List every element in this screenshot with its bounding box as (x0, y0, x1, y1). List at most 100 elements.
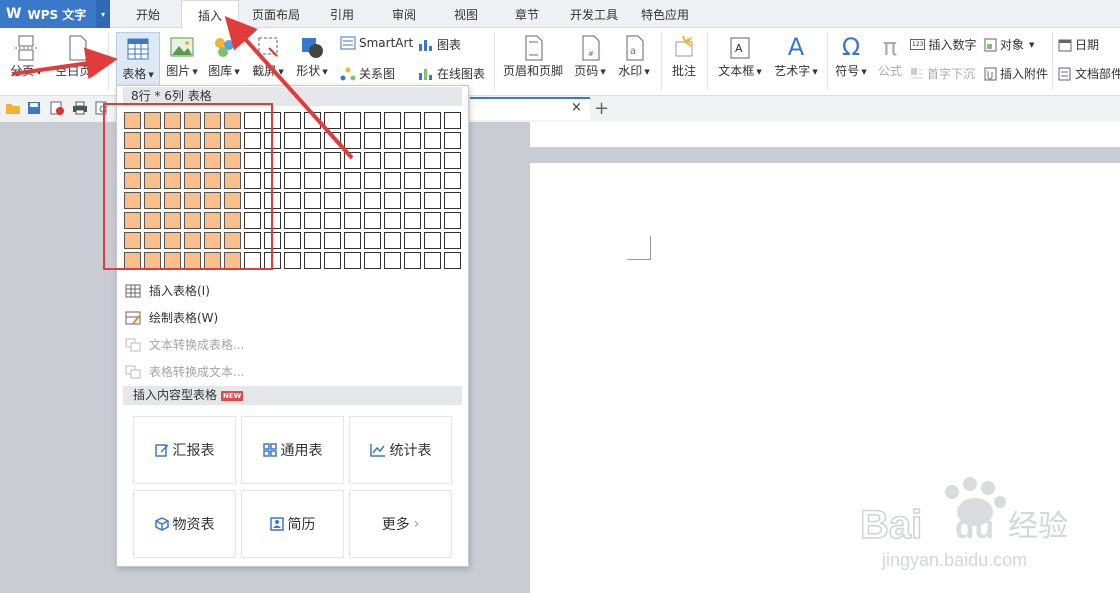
online-chart-button[interactable]: 在线图表 (418, 65, 485, 82)
grid-cell[interactable] (444, 172, 461, 189)
grid-cell[interactable] (364, 112, 381, 129)
blank-page-button[interactable]: 空白页 ▼ (52, 34, 102, 79)
more-templates-card[interactable]: 更多 › (349, 490, 452, 558)
grid-cell[interactable] (384, 192, 401, 209)
insert-attachment-button[interactable]: 插入附件 (984, 65, 1048, 82)
grid-cell[interactable] (344, 172, 361, 189)
grid-cell[interactable] (284, 192, 301, 209)
grid-cell[interactable] (424, 132, 441, 149)
grid-cell[interactable] (364, 232, 381, 249)
page-break-button[interactable]: 分页 ▼ (6, 34, 46, 79)
grid-cell[interactable] (404, 152, 421, 169)
date-button[interactable]: 日期 (1058, 36, 1099, 53)
grid-cell[interactable] (304, 232, 321, 249)
grid-cell[interactable] (304, 132, 321, 149)
tab-view[interactable]: 视图 (439, 0, 493, 28)
grid-cell[interactable] (384, 172, 401, 189)
inventory-table-card[interactable]: 物资表 (133, 490, 236, 558)
grid-cell[interactable] (364, 132, 381, 149)
grid-cell[interactable] (444, 132, 461, 149)
grid-cell[interactable] (364, 192, 381, 209)
grid-cell[interactable] (324, 232, 341, 249)
grid-cell[interactable] (324, 112, 341, 129)
grid-cell[interactable] (284, 212, 301, 229)
grid-cell[interactable] (324, 192, 341, 209)
drop-cap-button[interactable]: 首字下沉 (910, 65, 975, 82)
tab-references[interactable]: 引用 (315, 0, 369, 28)
grid-cell[interactable] (284, 112, 301, 129)
grid-cell[interactable] (304, 172, 321, 189)
grid-cell[interactable] (404, 212, 421, 229)
grid-cell[interactable] (404, 252, 421, 269)
grid-cell[interactable] (344, 152, 361, 169)
app-menu-dropdown-icon[interactable]: ▾ (96, 0, 110, 28)
doc-parts-button[interactable]: 文档部件 (1058, 65, 1120, 82)
shapes-button[interactable]: 形状 ▼ (292, 34, 332, 79)
header-footer-button[interactable]: 页眉和页脚 (500, 34, 566, 79)
grid-cell[interactable] (444, 152, 461, 169)
page-number-button[interactable]: # 页码 ▼ (570, 34, 610, 79)
close-tab-icon[interactable]: × (571, 100, 582, 115)
grid-cell[interactable] (344, 132, 361, 149)
grid-cell[interactable] (344, 232, 361, 249)
grid-cell[interactable] (284, 152, 301, 169)
tab-page-layout[interactable]: 页面布局 (243, 0, 309, 28)
grid-cell[interactable] (304, 252, 321, 269)
watermark-button[interactable]: a 水印 ▼ (614, 34, 654, 79)
grid-cell[interactable] (344, 212, 361, 229)
grid-cell[interactable] (404, 112, 421, 129)
grid-cell[interactable] (364, 212, 381, 229)
wps-app-button[interactable]: W WPS 文字 ▾ (0, 0, 110, 28)
grid-cell[interactable] (424, 232, 441, 249)
grid-cell[interactable] (444, 212, 461, 229)
grid-cell[interactable] (444, 112, 461, 129)
tab-developer-tools[interactable]: 开发工具 (563, 0, 625, 28)
export-pdf-icon[interactable] (49, 101, 65, 115)
statistics-table-card[interactable]: 统计表 (349, 416, 452, 484)
object-button[interactable]: 对象 ▼ (984, 36, 1034, 53)
smartart-button[interactable]: SmartArt (340, 36, 413, 50)
grid-cell[interactable] (444, 252, 461, 269)
formula-button[interactable]: π 公式 (874, 32, 906, 79)
grid-cell[interactable] (284, 172, 301, 189)
relation-chart-button[interactable]: 关系图 (340, 65, 395, 82)
insert-number-button[interactable]: 123 插入数字 (910, 36, 976, 53)
insert-table-item[interactable]: 插入表格(I) (125, 282, 210, 299)
grid-cell[interactable] (424, 192, 441, 209)
symbol-button[interactable]: Ω 符号 ▼ (832, 32, 870, 79)
draw-table-item[interactable]: 绘制表格(W) (125, 309, 218, 326)
grid-cell[interactable] (384, 232, 401, 249)
grid-cell[interactable] (424, 172, 441, 189)
grid-cell[interactable] (404, 192, 421, 209)
grid-cell[interactable] (444, 232, 461, 249)
print-icon[interactable] (72, 101, 88, 115)
grid-cell[interactable] (284, 132, 301, 149)
grid-cell[interactable] (324, 172, 341, 189)
report-table-card[interactable]: 汇报表 (133, 416, 236, 484)
tab-review[interactable]: 审阅 (377, 0, 431, 28)
grid-cell[interactable] (424, 112, 441, 129)
grid-cell[interactable] (384, 252, 401, 269)
grid-cell[interactable] (424, 252, 441, 269)
grid-cell[interactable] (304, 192, 321, 209)
grid-cell[interactable] (344, 112, 361, 129)
grid-cell[interactable] (384, 112, 401, 129)
grid-cell[interactable] (404, 232, 421, 249)
grid-cell[interactable] (364, 252, 381, 269)
grid-cell[interactable] (344, 192, 361, 209)
comment-button[interactable]: 批注 (666, 34, 702, 79)
gallery-button[interactable]: 图库 ▼ (204, 34, 244, 79)
tab-insert[interactable]: 插入 (181, 0, 239, 29)
tab-chapter[interactable]: 章节 (500, 0, 554, 28)
tab-home[interactable]: 开始 (118, 0, 178, 28)
tab-special-features[interactable]: 特色应用 (634, 0, 696, 28)
grid-cell[interactable] (324, 252, 341, 269)
grid-cell[interactable] (404, 132, 421, 149)
chart-button[interactable]: 图表 (418, 36, 461, 53)
grid-cell[interactable] (284, 252, 301, 269)
grid-cell[interactable] (384, 212, 401, 229)
wordart-button[interactable]: A 艺术字 ▼ (770, 32, 822, 79)
picture-button[interactable]: 图片 ▼ (162, 34, 202, 79)
grid-cell[interactable] (364, 172, 381, 189)
grid-cell[interactable] (404, 172, 421, 189)
